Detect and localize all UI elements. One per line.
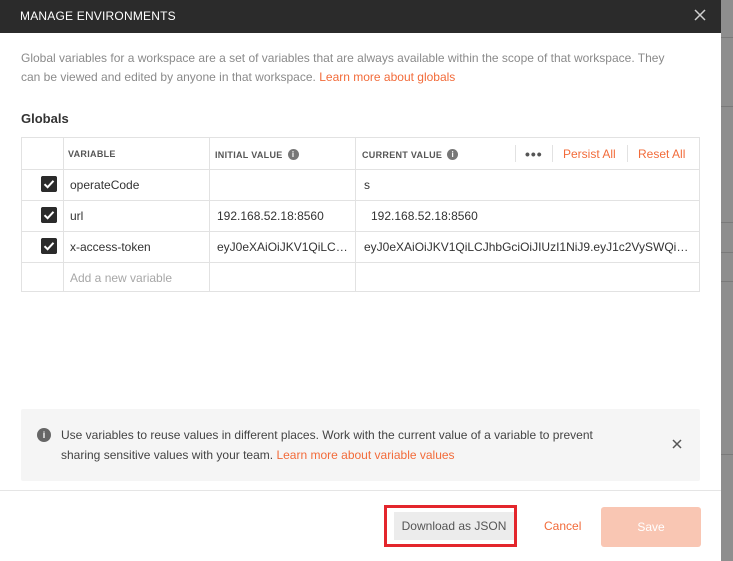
backdrop-right: [721, 0, 733, 561]
header-current-value: CURRENT VALUE i: [362, 149, 459, 160]
modal-title: MANAGE ENVIRONMENTS: [20, 9, 176, 23]
description-line-1: Global variables for a workspace are a s…: [21, 51, 665, 65]
persist-all-button[interactable]: Persist All: [563, 147, 616, 161]
initial-value-cell[interactable]: eyJ0eXAiOiJKV1QiLCJh...: [217, 240, 353, 254]
info-text: Use variables to reuse values in differe…: [61, 425, 651, 465]
cancel-button[interactable]: Cancel: [544, 519, 581, 533]
header-variable: VARIABLE: [68, 149, 116, 159]
header-initial-value: INITIAL VALUE i: [215, 149, 299, 160]
info-icon[interactable]: i: [287, 149, 299, 160]
add-variable-input[interactable]: Add a new variable: [70, 271, 172, 285]
initial-value-cell[interactable]: 192.168.52.18:8560: [217, 209, 352, 223]
table-header-row: VARIABLE INITIAL VALUE i CURRENT VALUE i…: [22, 138, 699, 170]
footer-divider: [0, 490, 721, 491]
header-divider: [627, 145, 628, 162]
learn-more-globals-link[interactable]: Learn more about globals: [319, 70, 455, 84]
info-circle-icon: i: [37, 428, 51, 442]
manage-environments-modal: MANAGE ENVIRONMENTS Global variables for…: [0, 0, 721, 561]
description-line-2: can be viewed and edited by anyone in th…: [21, 70, 316, 84]
table-row: url 192.168.52.18:8560 192.168.52.18:856…: [22, 200, 699, 232]
more-options-icon[interactable]: •••: [525, 146, 543, 162]
header-divider: [552, 145, 553, 162]
variables-info-banner: i Use variables to reuse values in diffe…: [21, 409, 700, 481]
info-line-1: Use variables to reuse values in differe…: [61, 428, 593, 442]
variable-name-cell[interactable]: x-access-token: [70, 240, 151, 254]
table-row: operateCode s: [22, 169, 699, 201]
reset-all-button[interactable]: Reset All: [638, 147, 685, 161]
checkbox-checked-icon[interactable]: [41, 238, 57, 254]
download-json-button[interactable]: Download as JSON: [394, 512, 514, 540]
table-row: x-access-token eyJ0eXAiOiJKV1QiLCJh... e…: [22, 231, 699, 263]
section-title: Globals: [21, 111, 69, 126]
variables-table: VARIABLE INITIAL VALUE i CURRENT VALUE i…: [21, 137, 700, 292]
variable-name-cell[interactable]: url: [70, 209, 83, 223]
info-line-2: sharing sensitive values with your team.: [61, 448, 274, 462]
current-value-cell[interactable]: 192.168.52.18:8560: [371, 209, 691, 223]
variable-name-cell[interactable]: operateCode: [70, 178, 139, 192]
header-divider: [515, 145, 516, 162]
save-button[interactable]: Save: [601, 507, 701, 547]
modal-header: MANAGE ENVIRONMENTS: [0, 0, 721, 33]
info-icon[interactable]: i: [447, 149, 459, 160]
learn-more-variable-values-link[interactable]: Learn more about variable values: [276, 448, 454, 462]
current-value-cell[interactable]: s: [364, 178, 694, 192]
current-value-cell[interactable]: eyJ0eXAiOiJKV1QiLCJhbGciOiJIUzI1NiJ9.eyJ…: [364, 240, 696, 254]
checkbox-checked-icon[interactable]: [41, 207, 57, 223]
checkbox-checked-icon[interactable]: [41, 176, 57, 192]
table-row-new: Add a new variable: [22, 262, 699, 293]
close-icon[interactable]: [691, 6, 709, 24]
close-icon[interactable]: [671, 438, 683, 450]
globals-description: Global variables for a workspace are a s…: [21, 49, 701, 87]
